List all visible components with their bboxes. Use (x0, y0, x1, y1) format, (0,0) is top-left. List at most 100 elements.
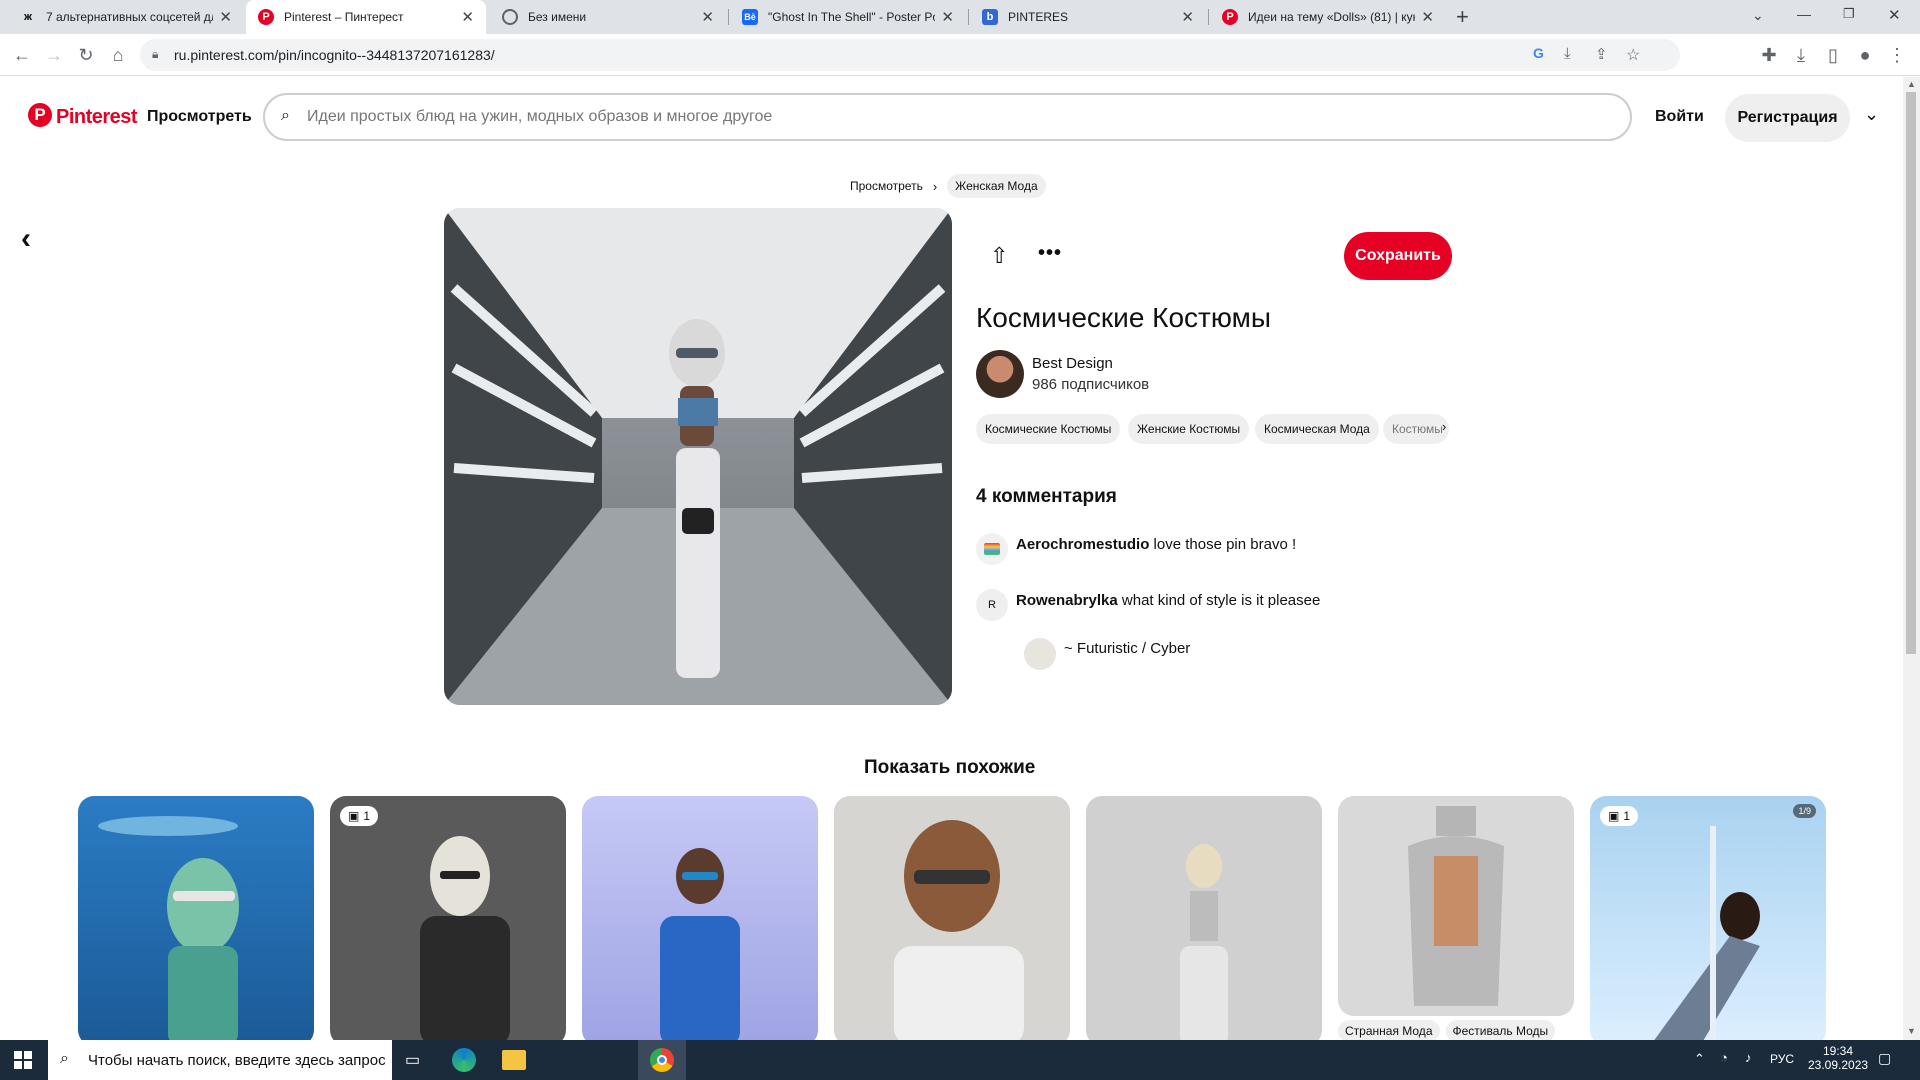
side-panel-icon[interactable]: ▯ (1821, 43, 1845, 67)
reply-avatar[interactable] (1024, 638, 1056, 670)
tag-chip[interactable]: Костюмы (1383, 414, 1449, 444)
forward-arrow-icon[interactable]: → (42, 43, 66, 67)
share-icon[interactable]: ⇪ (1595, 45, 1608, 63)
task-view-icon[interactable]: ▭ (405, 1050, 420, 1070)
browser-tab-2-active[interactable]: P Pinterest – Пинтерест ✕ (246, 0, 486, 34)
scroll-up-arrow-icon[interactable]: ▲ (1907, 79, 1916, 89)
author-name[interactable]: Best Design (1032, 355, 1113, 372)
reload-icon[interactable]: ↻ (74, 43, 98, 67)
browser-tab-strip: ж 7 альтернативных соцсетей для ✕ P Pint… (0, 0, 1920, 34)
save-button[interactable]: Сохранить (1344, 232, 1452, 280)
edge-browser-icon[interactable] (452, 1048, 476, 1072)
pin-title: Космические Костюмы (976, 302, 1271, 333)
share-icon[interactable]: ⇧ (990, 243, 1008, 269)
author-avatar[interactable] (976, 350, 1024, 398)
close-tab-icon[interactable]: ✕ (461, 8, 474, 26)
browse-link[interactable]: Просмотреть (147, 108, 252, 126)
similar-pin-card[interactable]: ▣ 1 1/9 (1590, 796, 1826, 1046)
browser-tab-5[interactable]: b PINTERES ✕ (970, 0, 1206, 34)
similar-pin-card[interactable]: ▣ 1 (330, 796, 566, 1046)
chevron-down-icon[interactable]: ⌄ (1864, 104, 1879, 125)
bookmark-star-icon[interactable]: ☆ (1626, 45, 1640, 65)
tag-chip[interactable]: Космическая Мода (1255, 414, 1379, 444)
similar-pin-card[interactable] (834, 796, 1070, 1046)
close-tab-icon[interactable]: ✕ (1181, 8, 1194, 26)
pinterest-logo-icon[interactable]: P (28, 103, 52, 127)
commenter-avatar[interactable]: R (976, 589, 1008, 621)
badge-count: 1 (1623, 809, 1631, 823)
pin-image[interactable] (444, 208, 952, 705)
browser-menu-icon[interactable]: ⋮ (1885, 43, 1909, 67)
tab-search-chevron-icon[interactable]: ⌄ (1752, 7, 1764, 24)
more-options-icon[interactable]: ••• (1038, 242, 1062, 265)
clock[interactable]: 19:34 23.09.2023 (1808, 1044, 1868, 1072)
file-explorer-icon[interactable] (502, 1050, 526, 1070)
network-icon[interactable]: ◔ (1720, 1050, 1728, 1065)
zhurnal-favicon-icon: ж (24, 11, 32, 23)
back-arrow-icon[interactable]: ← (10, 43, 34, 67)
follower-count: 986 подписчиков (1032, 376, 1150, 393)
similar-pin-card[interactable] (1338, 796, 1574, 1016)
similar-pin-card[interactable] (582, 796, 818, 1046)
site-info-lock-icon[interactable]: 🔒︎ (152, 47, 158, 62)
tag-chip[interactable]: Фестиваль Моды (1445, 1020, 1556, 1042)
taskbar-search-input[interactable]: ⌕ Чтобы начать поиск, введите здесь запр… (48, 1040, 392, 1080)
back-chevron-icon[interactable]: ‹ (21, 222, 31, 256)
close-window-icon[interactable]: ✕ (1888, 6, 1901, 24)
chevron-right-icon[interactable]: › (1442, 419, 1446, 434)
close-tab-icon[interactable]: ✕ (219, 8, 232, 26)
login-button[interactable]: Войти (1655, 108, 1704, 126)
breadcrumb-root[interactable]: Просмотреть (850, 179, 923, 193)
home-icon[interactable]: ⌂ (106, 43, 130, 67)
document-favicon-icon: b (982, 9, 998, 25)
address-bar[interactable]: 🔒︎ ru.pinterest.com/pin/incognito--34481… (140, 39, 1680, 71)
tag-chip[interactable]: Космические Костюмы (976, 414, 1121, 444)
google-translate-icon[interactable]: G (1533, 45, 1544, 61)
install-icon[interactable]: ⤓ (1564, 45, 1571, 62)
clock-time: 19:34 (1822, 1044, 1854, 1058)
collection-badge: ▣ 1 (1600, 806, 1639, 826)
profile-avatar-icon[interactable]: ● (1853, 43, 1877, 67)
pinterest-favicon-icon: P (258, 9, 274, 25)
search-icon: ⌕ (60, 1050, 69, 1067)
close-tab-icon[interactable]: ✕ (701, 8, 714, 26)
browser-tab-4[interactable]: Bē "Ghost In The Shell" - Poster Pos ✕ (730, 0, 966, 34)
browser-tab-3[interactable]: g Без имени ✕ (490, 0, 726, 34)
windows-start-icon[interactable] (14, 1051, 32, 1069)
pinterest-favicon-icon: P (1222, 9, 1238, 25)
search-icon: ⌕ (281, 107, 290, 124)
comment: Rowenabrylka what kind of style is it pl… (1016, 592, 1320, 609)
comment-user[interactable]: Rowenabrylka (1016, 592, 1118, 609)
close-tab-icon[interactable]: ✕ (1421, 8, 1434, 26)
tag-chip[interactable]: Странная Мода (1338, 1020, 1440, 1042)
chrome-taskbar-button[interactable] (638, 1040, 686, 1080)
pinterest-logo-text[interactable]: Pinterest (56, 106, 138, 129)
taskbar-search-placeholder: Чтобы начать поиск, введите здесь запрос (88, 1051, 386, 1069)
similar-pin-card[interactable] (1086, 796, 1322, 1046)
page-scrollbar-thumb[interactable] (1906, 92, 1916, 654)
browser-tab-1[interactable]: ж 7 альтернативных соцсетей для ✕ (8, 0, 244, 34)
comment-user[interactable]: Aerochromestudio (1016, 536, 1149, 553)
commenter-avatar[interactable] (976, 533, 1008, 565)
scroll-down-arrow-icon[interactable]: ▼ (1907, 1026, 1916, 1036)
new-tab-icon[interactable]: + (1456, 4, 1469, 30)
language-indicator[interactable]: РУС (1770, 1052, 1794, 1066)
notifications-icon[interactable]: ▢ (1878, 1050, 1891, 1067)
tag-chip[interactable]: Женские Костюмы (1128, 414, 1250, 444)
search-input[interactable]: ⌕ Идеи простых блюд на ужин, модных обра… (263, 93, 1632, 141)
tab-title: Идеи на тему «Dolls» (81) | кукл (1248, 10, 1416, 24)
downloads-icon[interactable]: ⤓ (1789, 43, 1813, 67)
windows-taskbar: ⌕ Чтобы начать поиск, введите здесь запр… (0, 1040, 1920, 1080)
signup-button[interactable]: Регистрация (1725, 94, 1850, 142)
close-tab-icon[interactable]: ✕ (941, 8, 954, 26)
breadcrumb-current[interactable]: Женская Мода (947, 174, 1046, 198)
extensions-puzzle-icon[interactable]: ✚ (1757, 43, 1781, 67)
minimize-icon[interactable]: — (1797, 6, 1811, 22)
globe-favicon-icon: g (502, 9, 518, 25)
tab-title: 7 альтернативных соцсетей для (46, 10, 214, 24)
browser-tab-6[interactable]: P Идеи на тему «Dolls» (81) | кукл ✕ (1210, 0, 1446, 34)
similar-pin-card[interactable] (78, 796, 314, 1046)
restore-icon[interactable]: ❐ (1843, 6, 1855, 22)
tray-chevron-up-icon[interactable]: ⌃ (1694, 1051, 1705, 1067)
volume-icon[interactable]: ♪ (1745, 1050, 1752, 1065)
